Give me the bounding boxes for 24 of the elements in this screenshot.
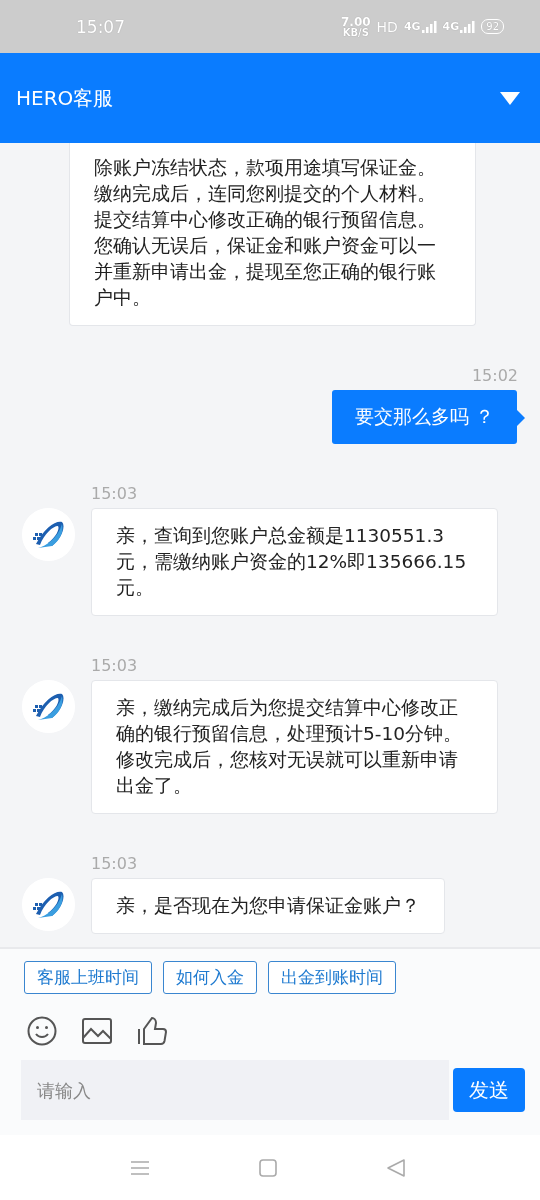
quick-reply-button[interactable]: 如何入金 [163,961,257,994]
chat-title: HERO客服 [16,84,114,112]
message-time: 15:03 [91,854,139,874]
thumbs-up-icon[interactable] [137,1017,167,1045]
home-icon[interactable] [259,1158,277,1177]
user-message: 要交那么多吗 ？ [332,390,517,444]
signal-icon [460,21,476,33]
image-icon[interactable] [82,1018,112,1044]
signal-icon [421,21,437,33]
bubble-tail-icon [517,410,525,426]
agent-message: 亲，是否现在为您申请保证金账户？ [91,878,445,934]
message-input[interactable]: 请输入 [21,1060,449,1120]
quick-reply-button[interactable]: 出金到账时间 [268,961,396,994]
message-time: 15:03 [91,656,139,676]
send-button[interactable]: 发送 [453,1068,525,1112]
emoji-icon[interactable] [27,1016,57,1046]
agent-message: 亲，查询到您账户总金额是1130551.3元，需缴纳账户资金的12%即135666.15元。 [91,508,498,616]
agent-message: 除账户冻结状态，款项用途填写保证金。缴纳完成后，连同您刚提交的个人材料。提交结算中心修改正确的银行预留信息。您确认无误后，保证金和账户资金可以一并重新申请出金，提现至您正确的银行账户中。 [69,143,476,326]
dropdown-caret-icon[interactable] [500,91,520,105]
back-icon[interactable] [386,1157,406,1178]
quick-reply-button[interactable]: 客服上班时间 [24,961,152,994]
agent-message: 亲，缴纳完成后为您提交结算中心修改正确的银行预留信息，处理预计5-10分钟。修改完成后，您核对无误就可以重新申请出金了。 [91,680,498,814]
message-time: 15:03 [91,484,139,504]
message-time: 15:02 [470,366,518,386]
